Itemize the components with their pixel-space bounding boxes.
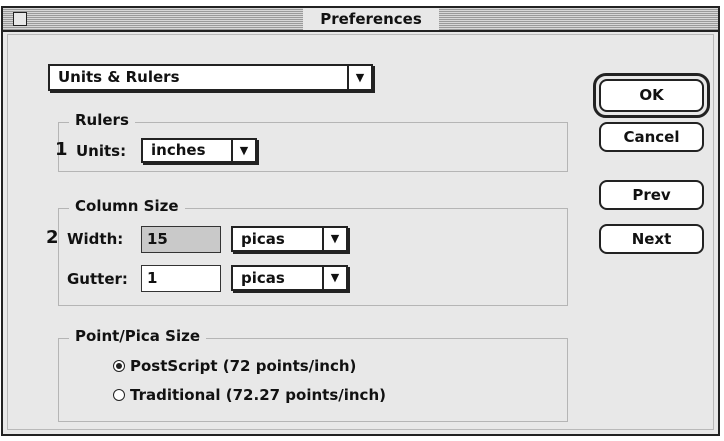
- prev-button[interactable]: Prev: [599, 180, 704, 210]
- point-pica-group-title: Point/Pica Size: [69, 327, 206, 345]
- radio-traditional-label: Traditional (72.27 points/inch): [130, 386, 386, 404]
- column-size-group: [58, 208, 568, 306]
- close-box-icon[interactable]: [13, 12, 27, 26]
- step-number-1: 1: [55, 139, 68, 160]
- radio-button[interactable]: [113, 389, 125, 401]
- units-label: Units:: [76, 142, 127, 160]
- panel-select-value: Units & Rulers: [58, 68, 180, 86]
- gutter-unit-value: picas: [241, 269, 285, 287]
- chevron-down-icon[interactable]: ▼: [347, 66, 371, 89]
- width-unit-select[interactable]: picas ▼: [231, 226, 348, 252]
- width-unit-value: picas: [241, 230, 285, 248]
- units-select-value: inches: [151, 141, 206, 159]
- width-label: Width:: [67, 230, 124, 248]
- radio-postscript[interactable]: PostScript (72 points/inch): [113, 357, 356, 375]
- panel-select[interactable]: Units & Rulers ▼: [48, 64, 373, 91]
- window-title: Preferences: [303, 8, 439, 30]
- gutter-field[interactable]: 1: [141, 265, 221, 292]
- rulers-group-title: Rulers: [69, 111, 135, 129]
- next-button[interactable]: Next: [599, 224, 704, 254]
- rulers-group: [58, 122, 568, 172]
- chevron-down-icon[interactable]: ▼: [231, 140, 255, 161]
- gutter-unit-select[interactable]: picas ▼: [231, 265, 348, 291]
- cancel-button[interactable]: Cancel: [599, 122, 704, 152]
- radio-postscript-label: PostScript (72 points/inch): [130, 357, 357, 375]
- preferences-dialog: Preferences Units & Rulers ▼ Rulers 1 Un…: [1, 6, 720, 436]
- title-bar[interactable]: Preferences: [3, 8, 718, 32]
- ok-button[interactable]: OK: [599, 79, 704, 112]
- chevron-down-icon[interactable]: ▼: [322, 267, 346, 289]
- units-select[interactable]: inches ▼: [141, 138, 257, 163]
- radio-traditional[interactable]: Traditional (72.27 points/inch): [113, 386, 386, 404]
- gutter-label: Gutter:: [67, 270, 128, 288]
- column-size-group-title: Column Size: [69, 197, 185, 215]
- chevron-down-icon[interactable]: ▼: [322, 228, 346, 250]
- step-number-2: 2: [46, 227, 59, 248]
- radio-button-selected[interactable]: [113, 360, 125, 372]
- point-pica-group: [58, 338, 568, 422]
- width-field[interactable]: 15: [141, 226, 221, 253]
